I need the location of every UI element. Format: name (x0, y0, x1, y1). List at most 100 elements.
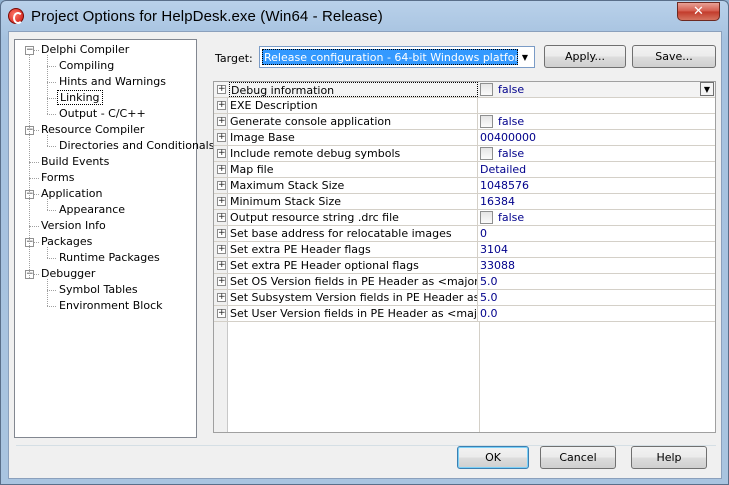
expand-icon[interactable]: + (217, 197, 226, 206)
close-button[interactable]: ✕ (677, 2, 720, 21)
property-row[interactable]: + Generate console application false (214, 114, 715, 130)
tree-connector (47, 66, 56, 67)
tree-item[interactable]: Environment Block (57, 298, 165, 314)
ok-button[interactable]: OK (457, 446, 529, 469)
property-checkbox[interactable] (480, 147, 493, 160)
property-row[interactable]: + Maximum Stack Size 1048576 (214, 178, 715, 194)
window-title: Project Options for HelpDesk.exe (Win64 … (31, 8, 383, 25)
property-value[interactable]: 16384 (480, 194, 515, 209)
property-value[interactable]: 0 (480, 226, 487, 241)
property-grid[interactable]: + Debug information false ▼ + EXE Description… (213, 81, 716, 433)
tree-item[interactable]: Build Events (39, 154, 111, 170)
tree-item[interactable]: Hints and Warnings (57, 74, 168, 90)
property-row[interactable]: + Output resource string .drc file false (214, 210, 715, 226)
tree-item[interactable]: Output - C/C++ (57, 106, 148, 122)
property-name: Maximum Stack Size (229, 178, 478, 193)
chevron-down-icon[interactable]: ▼ (700, 82, 714, 96)
property-row[interactable]: + EXE Description (214, 98, 715, 114)
expand-icon[interactable]: + (217, 309, 226, 318)
expand-icon[interactable]: + (217, 101, 226, 110)
cancel-button[interactable]: Cancel (540, 446, 616, 469)
tree-item[interactable]: Application (39, 186, 104, 202)
property-name: Generate console application (229, 114, 478, 129)
property-value[interactable]: 5.0 (480, 290, 498, 305)
expand-icon[interactable]: + (217, 245, 226, 254)
property-row[interactable]: + Set extra PE Header optional flags 33088 (214, 258, 715, 274)
tree-connector (29, 162, 39, 163)
project-options-window: Project Options for HelpDesk.exe (Win64 … (0, 0, 729, 485)
tree-connector (47, 146, 56, 147)
tree-item-label: Forms (41, 171, 75, 184)
expand-icon[interactable]: + (217, 261, 226, 270)
property-row[interactable]: + Set OS Version fields in PE Header as <… (214, 274, 715, 290)
save-button[interactable]: Save... (632, 45, 716, 68)
property-name: Set User Version fields in PE Header as … (230, 306, 478, 321)
title-bar[interactable]: Project Options for HelpDesk.exe (Win64 … (1, 1, 728, 31)
tree-item-label: Compiling (59, 59, 115, 72)
tree-item[interactable]: Runtime Packages (57, 250, 162, 266)
apply-button[interactable]: Apply... (544, 45, 626, 68)
property-value[interactable]: 1048576 (480, 178, 529, 193)
property-name: Include remote debug symbols (229, 146, 478, 161)
property-checkbox[interactable] (480, 115, 493, 128)
property-row[interactable]: + Map file Detailed (214, 162, 715, 178)
tree-connector (29, 54, 30, 278)
tree-connector (47, 258, 56, 259)
target-select[interactable]: Release configuration - 64-bit Windows p… (259, 46, 535, 68)
property-name: Set OS Version fields in PE Header as <m… (229, 274, 478, 289)
property-row[interactable]: + Image Base 00400000 (214, 130, 715, 146)
property-row[interactable]: + Set extra PE Header flags 3104 (214, 242, 715, 258)
expand-icon[interactable]: + (217, 293, 226, 302)
property-value: false (498, 211, 525, 224)
tree-item[interactable]: Delphi Compiler (39, 42, 131, 58)
property-value[interactable]: 3104 (480, 242, 508, 257)
property-name: Set Subsystem Version fields in PE Heade… (229, 290, 478, 305)
property-value: false (498, 83, 525, 96)
property-row[interactable]: + Include remote debug symbols false (214, 146, 715, 162)
help-button[interactable]: Help (631, 446, 707, 469)
tree-connector (47, 199, 48, 210)
expand-icon[interactable]: + (217, 117, 226, 126)
expand-icon[interactable]: + (217, 181, 226, 190)
tree-item[interactable]: Appearance (57, 202, 127, 218)
options-tree[interactable]: Delphi Compiler − Compiling Hints and Warni… (14, 39, 214, 438)
expand-icon[interactable]: + (217, 165, 226, 174)
tree-item[interactable]: Compiling (57, 58, 116, 74)
property-row[interactable]: + Set base address for relocatable images… (214, 226, 715, 242)
property-row[interactable]: + Minimum Stack Size 16384 (214, 194, 715, 210)
close-icon: ✕ (693, 4, 704, 19)
expand-icon[interactable]: + (217, 149, 226, 158)
tree-connector (47, 290, 56, 291)
tree-item[interactable]: Forms (39, 170, 76, 186)
expand-icon[interactable]: + (217, 85, 226, 94)
tree-item[interactable]: Linking (57, 90, 103, 106)
delphi-app-icon (8, 8, 24, 24)
expand-icon[interactable]: + (217, 133, 226, 142)
target-select-value: Release configuration - 64-bit Windows p… (262, 49, 518, 65)
tree-item[interactable]: Symbol Tables (57, 282, 140, 298)
property-value[interactable]: 00400000 (480, 130, 536, 145)
tree-item-label: Runtime Packages (59, 251, 160, 264)
property-row[interactable]: + Debug information false ▼ (214, 82, 715, 98)
property-value[interactable]: 0.0 (480, 306, 498, 321)
property-row[interactable]: + Set Subsystem Version fields in PE Head… (214, 290, 715, 306)
tree-connector (47, 82, 56, 83)
property-checkbox[interactable] (480, 83, 493, 96)
chevron-down-icon[interactable]: ▼ (517, 48, 533, 66)
tree-item[interactable]: Resource Compiler (39, 122, 146, 138)
tree-item-label: Linking (57, 90, 103, 105)
tree-item[interactable]: Directories and Conditionals (57, 138, 216, 154)
property-value[interactable]: 33088 (480, 258, 515, 273)
property-value[interactable]: Detailed (480, 162, 526, 177)
tree-connector (47, 98, 56, 99)
tree-item-label: Output - C/C++ (59, 107, 146, 120)
property-value[interactable]: 5.0 (480, 274, 498, 289)
tree-connector (29, 226, 39, 227)
expand-icon[interactable]: + (217, 277, 226, 286)
property-row[interactable]: + Set User Version fields in PE Header as… (214, 306, 715, 322)
tree-item[interactable]: Version Info (39, 218, 108, 234)
property-checkbox[interactable] (480, 211, 493, 224)
expand-icon[interactable]: + (217, 229, 226, 238)
tree-connector (47, 279, 48, 306)
expand-icon[interactable]: + (217, 213, 226, 222)
